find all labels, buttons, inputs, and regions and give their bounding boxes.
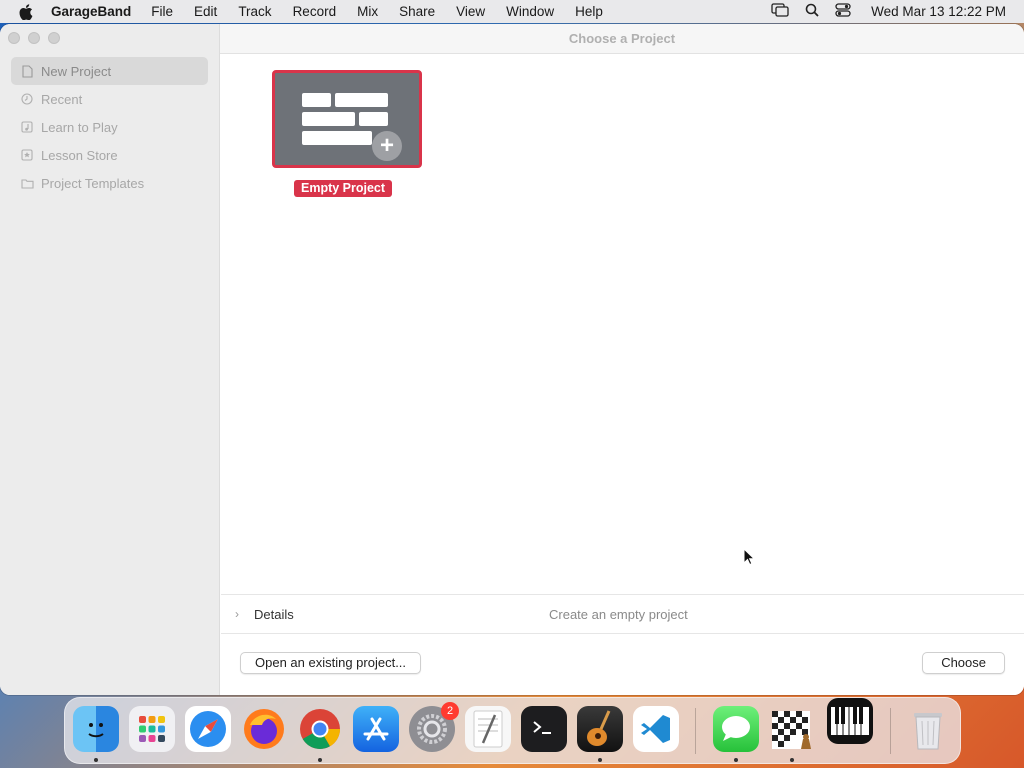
plus-icon: + [372, 131, 402, 161]
project-chooser: + Empty Project › Details Create an empt… [221, 54, 1024, 695]
running-indicator [598, 758, 602, 762]
empty-project-label[interactable]: Empty Project [294, 180, 393, 197]
sidebar-item-recent[interactable]: Recent [11, 85, 208, 113]
system-settings-icon[interactable]: 2 [409, 702, 459, 752]
window-title: Choose a Project [568, 31, 676, 46]
menu-mix[interactable]: Mix [357, 4, 378, 19]
sidebar-item-label: Recent [41, 91, 83, 107]
running-indicator [94, 758, 98, 762]
sidebar-item-new-project[interactable]: New Project [11, 57, 208, 85]
menu-window[interactable]: Window [506, 4, 554, 19]
brick-shape [302, 131, 372, 145]
dock-separator [890, 708, 891, 754]
sidebar-item-label: Project Templates [41, 175, 145, 191]
garageband-icon[interactable] [577, 706, 623, 752]
chess-icon[interactable] [769, 706, 815, 752]
details-bar[interactable]: › Details Create an empty project [221, 594, 1024, 634]
sidebar-item-label: Lesson Store [41, 147, 118, 163]
menu-view[interactable]: View [456, 4, 485, 19]
star-icon [20, 148, 34, 162]
screen-mirroring-icon[interactable] [771, 3, 789, 20]
running-indicator [734, 758, 738, 762]
app-menu-garageband[interactable]: GarageBand [51, 4, 131, 19]
zoom-button[interactable] [48, 32, 60, 44]
open-existing-project-button[interactable]: Open an existing project... [240, 652, 422, 674]
menu-help[interactable]: Help [575, 4, 603, 19]
firefox-icon[interactable] [241, 706, 287, 752]
status-area: Wed Mar 13 12:22 PM [771, 0, 1006, 23]
chevron-right-icon[interactable]: › [235, 607, 239, 621]
apple-icon[interactable] [17, 3, 35, 21]
menu-clock[interactable]: Wed Mar 13 12:22 PM [871, 4, 1006, 19]
running-indicator [790, 758, 794, 762]
menu-file[interactable]: File [151, 4, 173, 19]
notification-badge: 2 [441, 702, 459, 720]
brick-shape [302, 93, 331, 107]
sidebar-item-label: New Project [41, 63, 112, 79]
brick-shape [302, 112, 355, 126]
menu-bar: GarageBand File Edit Track Record Mix Sh… [0, 0, 1024, 23]
finder-icon[interactable] [73, 706, 119, 752]
vscode-icon[interactable] [633, 706, 679, 752]
messages-icon[interactable] [713, 706, 759, 752]
window-titlebar: Choose a Project [220, 24, 1024, 54]
app-store-icon[interactable] [353, 706, 399, 752]
sidebar-item-lesson-store[interactable]: Lesson Store [11, 141, 208, 169]
launchpad-icon[interactable] [129, 706, 175, 752]
mouse-cursor-icon [743, 547, 756, 571]
garageband-window: New Project Recent Learn to Play Lesson … [0, 24, 1024, 695]
sidebar: New Project Recent Learn to Play Lesson … [0, 24, 220, 695]
window-controls [8, 32, 60, 44]
spotlight-search-icon[interactable] [805, 3, 819, 20]
dock-separator [695, 708, 696, 754]
brick-shape [359, 112, 388, 126]
details-label[interactable]: Details [254, 607, 294, 622]
running-indicator [318, 758, 322, 762]
menu-track[interactable]: Track [238, 4, 271, 19]
minimize-button[interactable] [28, 32, 40, 44]
empty-project-tile[interactable]: + [272, 70, 422, 168]
control-center-icon[interactable] [835, 3, 851, 20]
folder-icon [20, 176, 34, 190]
sidebar-item-learn-to-play[interactable]: Learn to Play [11, 113, 208, 141]
piano-icon[interactable] [827, 698, 873, 744]
sidebar-item-project-templates[interactable]: Project Templates [11, 169, 208, 197]
dock: 2 [64, 697, 961, 764]
details-description: Create an empty project [549, 606, 688, 622]
close-button[interactable] [8, 32, 20, 44]
sidebar-item-label: Learn to Play [41, 119, 118, 135]
document-icon [20, 64, 34, 78]
textedit-icon[interactable] [465, 706, 511, 752]
choose-button[interactable]: Choose [922, 652, 1005, 674]
safari-icon[interactable] [185, 706, 231, 752]
chrome-icon[interactable] [297, 706, 343, 752]
trash-icon[interactable] [905, 706, 951, 752]
menu-share[interactable]: Share [399, 4, 435, 19]
music-note-icon [20, 120, 34, 134]
clock-icon [20, 92, 34, 106]
menu-edit[interactable]: Edit [194, 4, 217, 19]
brick-shape [335, 93, 388, 107]
terminal-icon[interactable] [521, 706, 567, 752]
menu-record[interactable]: Record [293, 4, 337, 19]
